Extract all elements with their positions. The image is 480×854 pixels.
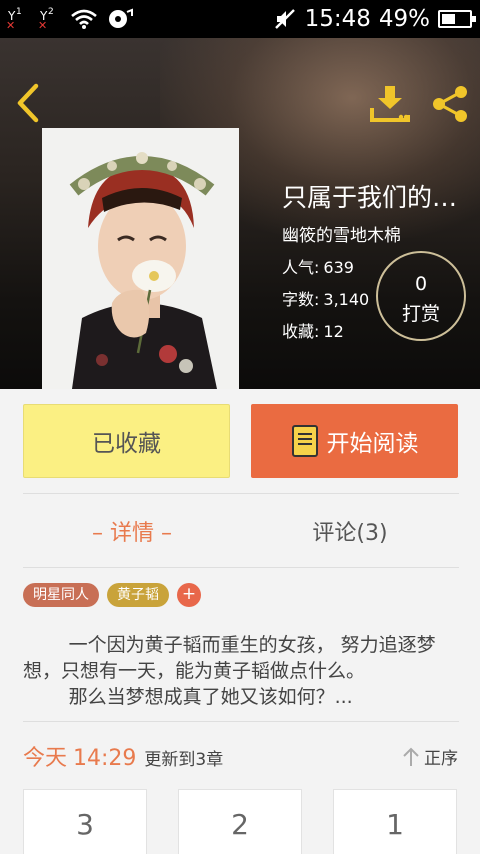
description-paragraph: 一个因为黄子韬而重生的女孩， 努力追逐梦想，只想有一天，能为黄子韬做点什么。 <box>23 634 436 682</box>
chapter-item[interactable]: 2 <box>178 789 302 854</box>
book-icon <box>291 425 318 457</box>
book-author[interactable]: 幽筱的雪地木棉 <box>282 221 401 246</box>
tab-comments[interactable]: 评论(3) <box>241 508 459 554</box>
chapter-item[interactable]: 3 <box>23 789 147 854</box>
add-tag-button[interactable]: + <box>177 583 201 607</box>
tag-item[interactable]: 明星同人 <box>23 583 99 607</box>
tab-details[interactable]: – 详情 – <box>23 508 241 554</box>
mute-icon <box>274 9 295 29</box>
divider <box>23 493 459 494</box>
start-reading-button[interactable]: 开始阅读 <box>251 404 458 478</box>
tip-count: 0 <box>414 273 428 295</box>
tag-item[interactable]: 黄子韬 <box>107 583 169 607</box>
start-reading-label: 开始阅读 <box>326 431 419 457</box>
media-player-icon <box>109 8 133 28</box>
description-paragraph: 那么当梦想成真了她又该如何？... <box>68 686 353 708</box>
status-bar: Y 1 ✕ Y 2 ✕ 15:48 49% <box>0 0 480 38</box>
tag-list: 明星同人 黄子韬 + <box>23 583 201 607</box>
update-time: 14:29 <box>73 746 137 771</box>
update-info: 今天 14:29 更新到3章 <box>23 740 224 771</box>
divider <box>23 567 459 568</box>
share-icon[interactable] <box>428 82 472 126</box>
collected-button[interactable]: 已收藏 <box>23 404 230 478</box>
tip-button[interactable]: 0 打赏 <box>376 251 466 341</box>
book-description[interactable]: 一个因为黄子韬而重生的女孩， 努力追逐梦想，只想有一天，能为黄子韬做点什么。 那… <box>23 632 459 710</box>
sim1-signal-icon: Y 1 ✕ <box>6 7 22 32</box>
update-day: 今天 <box>23 746 68 771</box>
battery-percent: 49% <box>378 6 430 32</box>
word-count-value: 3,140 <box>323 290 370 309</box>
popularity-stat: 人气: 639 <box>282 254 354 278</box>
divider <box>23 721 459 722</box>
book-header: 只属于我们的… 幽筱的雪地木棉 人气: 639 字数: 3,140 收藏: 12 0 … <box>0 38 480 389</box>
tip-label: 打赏 <box>401 303 440 325</box>
clock: 15:48 <box>304 6 371 32</box>
book-title: 只属于我们的… <box>282 183 458 212</box>
arrow-up-icon <box>403 747 419 766</box>
popularity-value: 639 <box>323 258 354 277</box>
chapter-item[interactable]: 1 <box>333 789 457 854</box>
back-icon[interactable] <box>12 82 44 124</box>
word-count-label: 字数: <box>282 290 320 309</box>
update-chapter-info: 更新到3章 <box>144 750 224 770</box>
sort-order-button[interactable]: 正序 <box>402 744 458 769</box>
favorites-stat: 收藏: 12 <box>282 318 344 342</box>
word-count-stat: 字数: 3,140 <box>282 286 369 310</box>
wifi-icon <box>71 9 97 29</box>
favorites-label: 收藏: <box>282 322 320 341</box>
sim2-signal-icon: Y 2 ✕ <box>38 7 54 32</box>
popularity-label: 人气: <box>282 258 320 277</box>
collected-label: 已收藏 <box>92 431 161 457</box>
download-icon[interactable] <box>368 82 412 126</box>
tab-comments-label: 评论(3) <box>312 521 388 546</box>
tab-details-label: – 详情 – <box>92 521 172 546</box>
sort-order-label: 正序 <box>424 749 458 769</box>
book-cover-image[interactable] <box>42 128 239 389</box>
favorites-value: 12 <box>323 322 344 341</box>
battery-icon <box>438 10 476 28</box>
